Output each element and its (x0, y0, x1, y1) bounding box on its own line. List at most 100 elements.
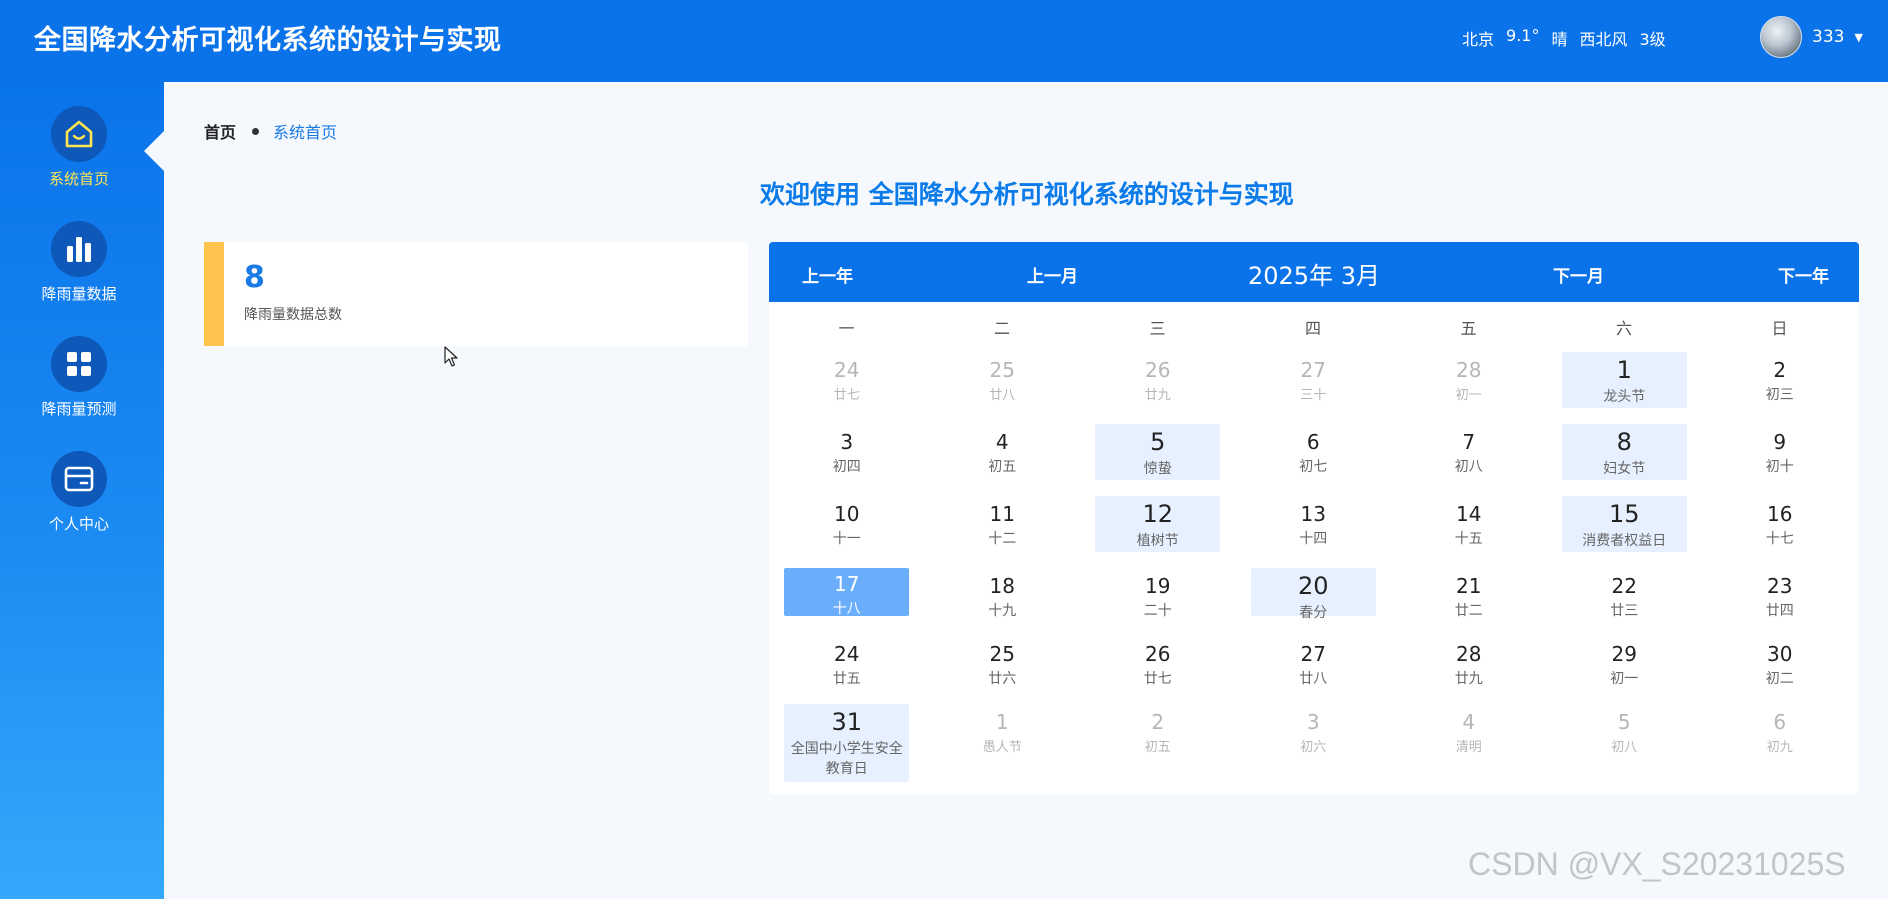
lunar-label: 初五 (1144, 740, 1171, 755)
calendar-day-cell[interactable]: 6 初九 (1717, 704, 1842, 782)
calendar-day-cell[interactable]: 4 清明 (1406, 704, 1531, 782)
avatar[interactable] (1760, 16, 1802, 58)
weather-wind: 西北风 (1579, 30, 1628, 49)
calendar-day-cell[interactable]: 6 初七 (1251, 424, 1376, 480)
day-number: 6 (1306, 430, 1320, 454)
calendar-day-cell[interactable]: 27 三十 (1251, 352, 1376, 408)
calendar-day-cell[interactable]: 13 十四 (1251, 496, 1376, 552)
calendar-day-cell[interactable]: 28 初一 (1406, 352, 1531, 408)
calendar-day-cell[interactable]: 7 初八 (1406, 424, 1531, 480)
breadcrumb-home[interactable]: 首页 (204, 119, 236, 143)
calendar-day-cell[interactable]: 29 初一 (1562, 636, 1687, 692)
lunar-label: 十四 (1299, 531, 1328, 547)
day-number: 4 (995, 430, 1009, 454)
day-number: 1 (995, 710, 1009, 734)
sidebar-item-rainfall-data[interactable]: 降雨量数据 (0, 221, 158, 304)
calendar-day-cell[interactable]: 3 初六 (1251, 704, 1376, 782)
weekday-label: 日 (1771, 319, 1788, 338)
next-month-button[interactable]: 下一月 (1553, 262, 1604, 287)
lunar-label: 初九 (1766, 740, 1793, 755)
calendar-header: 上一年 上一月 2025年 3月 下一月 下一年 (769, 242, 1859, 302)
stat-value: 8 (244, 260, 265, 295)
lunar-label: 廿七 (833, 388, 860, 403)
day-number: 11 (989, 502, 1015, 526)
calendar-day-cell[interactable]: 22 廿三 (1562, 568, 1687, 619)
lunar-label: 廿九 (1144, 388, 1171, 403)
lunar-label: 廿九 (1454, 671, 1483, 687)
calendar-day-cell[interactable]: 10 十一 (784, 496, 909, 552)
caret-down-icon[interactable]: ▼ (1854, 31, 1862, 44)
calendar-day-cell[interactable]: 19 二十 (1095, 568, 1220, 619)
calendar-day-cell[interactable]: 28 廿九 (1406, 636, 1531, 692)
day-number: 15 (1608, 500, 1640, 528)
weekday-label: 四 (1304, 319, 1321, 338)
calendar-day-cell[interactable]: 8 妇女节 (1561, 424, 1687, 480)
lunar-label: 初一 (1610, 671, 1639, 687)
day-number: 2 (1151, 710, 1165, 734)
next-year-button[interactable]: 下一年 (1778, 262, 1829, 287)
sidebar-item-rainfall-forecast[interactable]: 降雨量预测 (0, 336, 158, 419)
calendar-day-cell[interactable]: 26 廿九 (1095, 352, 1220, 408)
calendar-day-cell[interactable]: 15 消费者权益日 (1561, 496, 1687, 552)
day-number: 10 (834, 502, 860, 526)
lunar-label: 初三 (1765, 387, 1794, 403)
day-number: 3 (1306, 710, 1320, 734)
calendar-day-cell[interactable]: 30 初二 (1717, 636, 1842, 692)
day-number: 14 (1456, 502, 1482, 526)
lunar-label: 十七 (1765, 531, 1794, 547)
calendar-day-cell[interactable]: 5 惊蛰 (1095, 424, 1221, 480)
home-icon (65, 120, 93, 148)
calendar-day-cell[interactable]: 11 十二 (940, 496, 1065, 552)
lunar-label: 初二 (1765, 671, 1794, 687)
lunar-label: 十五 (1454, 531, 1483, 547)
day-number: 25 (989, 642, 1015, 666)
calendar-day-cell[interactable]: 25 廿六 (940, 636, 1065, 692)
lunar-label: 廿八 (989, 388, 1016, 403)
day-number: 28 (1456, 358, 1482, 382)
calendar-day-cell[interactable]: 9 初十 (1717, 424, 1842, 480)
day-number: 16 (1767, 502, 1793, 526)
calendar-day-cell[interactable]: 23 廿四 (1717, 568, 1842, 619)
sidebar-item-label: 个人中心 (48, 515, 109, 533)
user-menu[interactable]: 333 ▼ (1760, 16, 1863, 58)
day-number: 2 (1773, 358, 1787, 382)
calendar-day-cell[interactable]: 17 十八 (784, 568, 910, 617)
calendar-day-cell[interactable]: 5 初八 (1562, 704, 1687, 782)
calendar-day-cell[interactable]: 18 十九 (940, 568, 1065, 619)
lunar-label: 惊蛰 (1143, 461, 1172, 477)
calendar-day-cell[interactable]: 12 植树节 (1095, 496, 1221, 552)
calendar-day-cell[interactable]: 25 廿八 (940, 352, 1065, 408)
calendar: 上一年 上一月 2025年 3月 下一月 下一年 一二三四五六日 24 廿七 25 廿… (769, 242, 1859, 794)
page-title: 欢迎使用 全国降水分析可视化系统的设计与实现 (760, 180, 1294, 209)
sidebar-item-profile[interactable]: 个人中心 (0, 451, 158, 534)
day-number: 21 (1456, 574, 1482, 598)
calendar-day-cell[interactable]: 2 初三 (1717, 352, 1842, 408)
calendar-day-cell[interactable]: 1 愚人节 (940, 704, 1065, 782)
username[interactable]: 333 (1812, 27, 1844, 47)
calendar-day-cell[interactable]: 14 十五 (1406, 496, 1531, 552)
calendar-day-cell[interactable]: 2 初五 (1095, 704, 1220, 782)
mouse-cursor-icon (444, 346, 458, 367)
sidebar-item-label: 系统首页 (48, 170, 109, 188)
calendar-day-cell[interactable]: 24 廿七 (784, 352, 909, 408)
calendar-day-cell[interactable]: 4 初五 (940, 424, 1065, 480)
calendar-day-cell[interactable]: 21 廿二 (1406, 568, 1531, 619)
day-number: 29 (1611, 642, 1637, 666)
calendar-day-cell[interactable]: 31 全国中小学生安全教育日 (784, 704, 910, 782)
calendar-day-cell[interactable]: 24 廿五 (784, 636, 909, 692)
calendar-day-cell[interactable]: 26 廿七 (1095, 636, 1220, 692)
sidebar-item-home[interactable]: 系统首页 (0, 106, 158, 189)
calendar-day-cell[interactable]: 20 春分 (1250, 568, 1376, 621)
calendar-day-cell[interactable]: 27 廿八 (1251, 636, 1376, 692)
calendar-day-cell[interactable]: 16 十七 (1717, 496, 1842, 552)
lunar-label: 廿七 (1143, 671, 1172, 687)
lunar-label: 初一 (1455, 388, 1482, 403)
calendar-day-cell[interactable]: 1 龙头节 (1561, 352, 1687, 408)
lunar-label: 妇女节 (1603, 461, 1646, 477)
lunar-label: 廿二 (1454, 603, 1483, 619)
top-header: 全国降水分析可视化系统的设计与实现 北京 9.1° 晴 西北风 3级 333 ▼ (0, 0, 1888, 82)
calendar-day-cell[interactable]: 3 初四 (784, 424, 909, 480)
lunar-label: 廿五 (832, 671, 861, 687)
active-indicator (144, 131, 164, 171)
day-number: 19 (1145, 574, 1171, 598)
